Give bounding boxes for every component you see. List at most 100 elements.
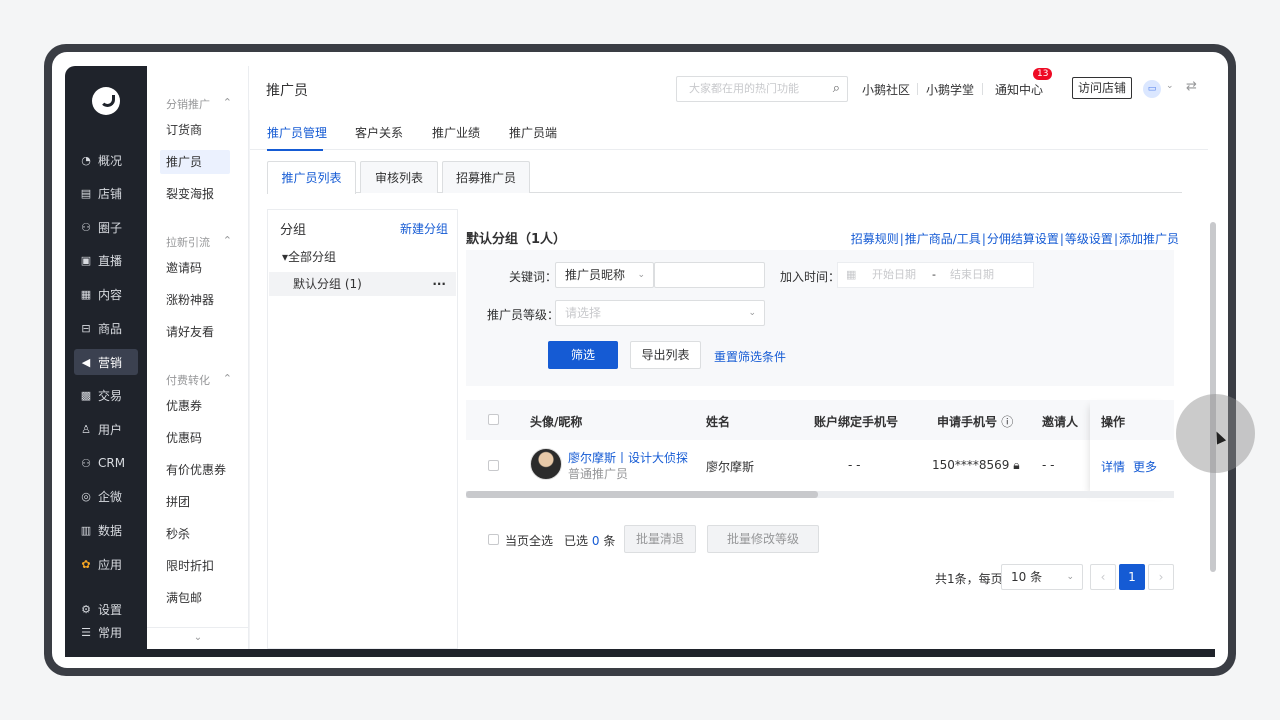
nav-crm[interactable]: ⚇ CRM xyxy=(74,450,138,476)
add-promoter-link[interactable]: 添加推广员 xyxy=(1119,232,1179,246)
col-apply-phone: 申请手机号 ⓘ xyxy=(937,413,1013,430)
nav-circle[interactable]: ⚇ 圈子 xyxy=(74,214,138,240)
tab-promoter-client[interactable]: 推广员端 xyxy=(509,124,557,141)
tab-review-list[interactable]: 审核列表 xyxy=(360,161,438,193)
switch-icon[interactable]: ⇄ xyxy=(1186,79,1197,94)
nav-goods[interactable]: ⊟ 商品 xyxy=(74,315,138,341)
nav-store[interactable]: ▤ 店铺 xyxy=(74,180,138,206)
nav-overview[interactable]: ◔ 概况 xyxy=(74,147,138,173)
more-icon[interactable]: ··· xyxy=(432,272,446,296)
nav-trade[interactable]: ▩ 交易 xyxy=(74,382,138,408)
subnav-item[interactable]: 秒杀 xyxy=(160,522,230,546)
visit-store-button[interactable]: 访问店铺 xyxy=(1072,77,1133,99)
gear-icon: ⚙ xyxy=(81,602,91,616)
scrollbar-thumb[interactable] xyxy=(466,491,818,498)
start-date-input[interactable]: 开始日期 xyxy=(872,263,916,287)
store-avatar[interactable]: ▭ xyxy=(1143,80,1161,98)
promo-goods-link[interactable]: 推广商品/工具 xyxy=(905,232,981,246)
level-placeholder: 请选择 xyxy=(565,306,602,320)
community-link[interactable]: 小鹅社区 xyxy=(862,81,910,98)
recruit-rules-link[interactable]: 招募规则 xyxy=(851,232,899,246)
horizontal-scrollbar[interactable] xyxy=(466,491,1174,498)
prev-page-button[interactable]: ‹ xyxy=(1090,564,1116,590)
group-conversion[interactable]: 付费转化 ⌃ xyxy=(166,372,232,388)
subnav-item[interactable]: 裂变海报 xyxy=(160,182,230,206)
collapse-chevron-icon[interactable]: ⌄ xyxy=(147,627,249,649)
search-placeholder: 大家都在用的热门功能 xyxy=(689,82,799,95)
group-panel-title: 分组 xyxy=(280,223,307,238)
date-range-picker[interactable]: ▦ 开始日期 - 结束日期 xyxy=(837,262,1034,288)
next-page-button[interactable]: › xyxy=(1148,564,1174,590)
chevron-up-icon: ⌃ xyxy=(222,96,232,109)
keyword-type-select[interactable]: 推广员昵称 ⌄ xyxy=(555,262,654,288)
nav-data[interactable]: ▥ 数据 xyxy=(74,517,138,543)
page-size-select[interactable]: 10 条 ⌄ xyxy=(1001,564,1083,590)
tab-promoter-management[interactable]: 推广员管理 xyxy=(267,124,327,141)
subnav-item[interactable]: 优惠码 xyxy=(160,426,230,450)
more-link[interactable]: 更多 xyxy=(1133,458,1157,475)
subnav-item[interactable]: 请好友看 xyxy=(160,320,230,344)
page-1-button[interactable]: 1 xyxy=(1119,564,1145,590)
search-input[interactable]: 大家都在用的热门功能 ⌕ xyxy=(676,76,848,102)
subnav-item[interactable]: 涨粉神器 xyxy=(160,288,230,312)
nav-marketing[interactable]: ◀ 营销 xyxy=(74,349,138,375)
all-groups-node[interactable]: ▾全部分组 xyxy=(282,248,336,265)
level-settings-link[interactable]: 等级设置 xyxy=(1065,232,1113,246)
search-icon[interactable]: ⌕ xyxy=(833,77,840,101)
device-frame: ◔ 概况 ▤ 店铺 ⚇ 圈子 ▣ 直播 ▦ 内容 ⊟ 商品 ◀ 营销 ▩ 交易 ♙ 用户 ⚇ CRM… xyxy=(44,44,1236,676)
promoter-name: 廖尔摩斯 xyxy=(706,460,755,474)
filter-button[interactable]: 筛选 xyxy=(548,341,618,369)
select-all-checkbox[interactable] xyxy=(488,414,499,425)
nav-apps[interactable]: ✿ 应用 xyxy=(74,551,138,577)
new-group-link[interactable]: 新建分组 xyxy=(400,220,448,237)
bound-phone: - - xyxy=(848,458,861,472)
nav-content[interactable]: ▦ 内容 xyxy=(74,281,138,307)
keyword-type-value: 推广员昵称 xyxy=(565,268,626,282)
nav-wecom[interactable]: ◎ 企微 xyxy=(74,483,138,509)
nav-live[interactable]: ▣ 直播 xyxy=(74,247,138,273)
row-checkbox[interactable] xyxy=(488,460,499,471)
batch-remove-button[interactable]: 批量清退 xyxy=(624,525,696,553)
export-button[interactable]: 导出列表 xyxy=(630,341,701,369)
secondary-sidebar: 分销推广 ⌃ 订货商 推广员 裂变海报 拉新引流 ⌃ 邀请码 涨粉神器 请好友看 付… xyxy=(147,66,249,649)
subnav-item[interactable]: 满包邮 xyxy=(160,586,230,610)
reset-filter-link[interactable]: 重置筛选条件 xyxy=(714,348,786,365)
subnav-item-active[interactable]: 推广员 xyxy=(160,150,230,174)
nav-users[interactable]: ♙ 用户 xyxy=(74,416,138,442)
group-distribution[interactable]: 分销推广 ⌃ xyxy=(166,96,232,112)
nav-label: 企微 xyxy=(98,489,123,504)
tab-recruit[interactable]: 招募推广员 xyxy=(442,161,530,193)
col-bound-phone: 账户绑定手机号 xyxy=(814,415,899,429)
chevron-down-icon[interactable]: ⌄ xyxy=(1166,81,1174,91)
level-select[interactable]: 请选择 ⌄ xyxy=(555,300,765,326)
subnav-item[interactable]: 有价优惠券 xyxy=(160,458,230,482)
all-groups-label: 全部分组 xyxy=(288,250,337,264)
tab-promoter-list[interactable]: 推广员列表 xyxy=(267,161,356,194)
academy-link[interactable]: 小鹅学堂 xyxy=(926,81,974,98)
subnav-item[interactable]: 拼团 xyxy=(160,490,230,514)
keyword-input[interactable] xyxy=(654,262,765,288)
subnav-item[interactable]: 优惠券 xyxy=(160,394,230,418)
info-icon[interactable]: ⓘ xyxy=(1001,415,1013,429)
vertical-scrollbar[interactable] xyxy=(1210,122,1216,642)
subnav-item[interactable]: 限时折扣 xyxy=(160,554,230,578)
group-acquisition[interactable]: 拉新引流 ⌃ xyxy=(166,234,232,250)
commission-settings-link[interactable]: 分佣结算设置 xyxy=(987,232,1059,246)
batch-level-button[interactable]: 批量修改等级 xyxy=(707,525,819,553)
megaphone-icon: ◀ xyxy=(81,355,91,369)
notification-link[interactable]: 通知中心 xyxy=(995,81,1043,98)
promoter-nickname[interactable]: 廖尔摩斯丨设计大侦探 xyxy=(568,449,688,466)
nav-frequent[interactable]: ☰ 常用 xyxy=(74,619,138,645)
tab-customer-relations[interactable]: 客户关系 xyxy=(355,124,403,141)
select-page-label[interactable]: 当页全选 xyxy=(505,532,553,549)
list-icon: ☰ xyxy=(81,625,91,639)
subnav-item[interactable]: 订货商 xyxy=(160,118,230,142)
end-date-input[interactable]: 结束日期 xyxy=(950,263,994,287)
select-page-checkbox[interactable] xyxy=(488,534,499,545)
tab-promotion-performance[interactable]: 推广业绩 xyxy=(432,124,480,141)
lock-icon[interactable]: 🔒︎ xyxy=(1013,458,1019,472)
default-group-node[interactable]: 默认分组 (1) ··· xyxy=(269,272,456,296)
details-link[interactable]: 详情 xyxy=(1101,458,1125,475)
nav-label: 用户 xyxy=(98,422,123,437)
subnav-item[interactable]: 邀请码 xyxy=(160,256,230,280)
